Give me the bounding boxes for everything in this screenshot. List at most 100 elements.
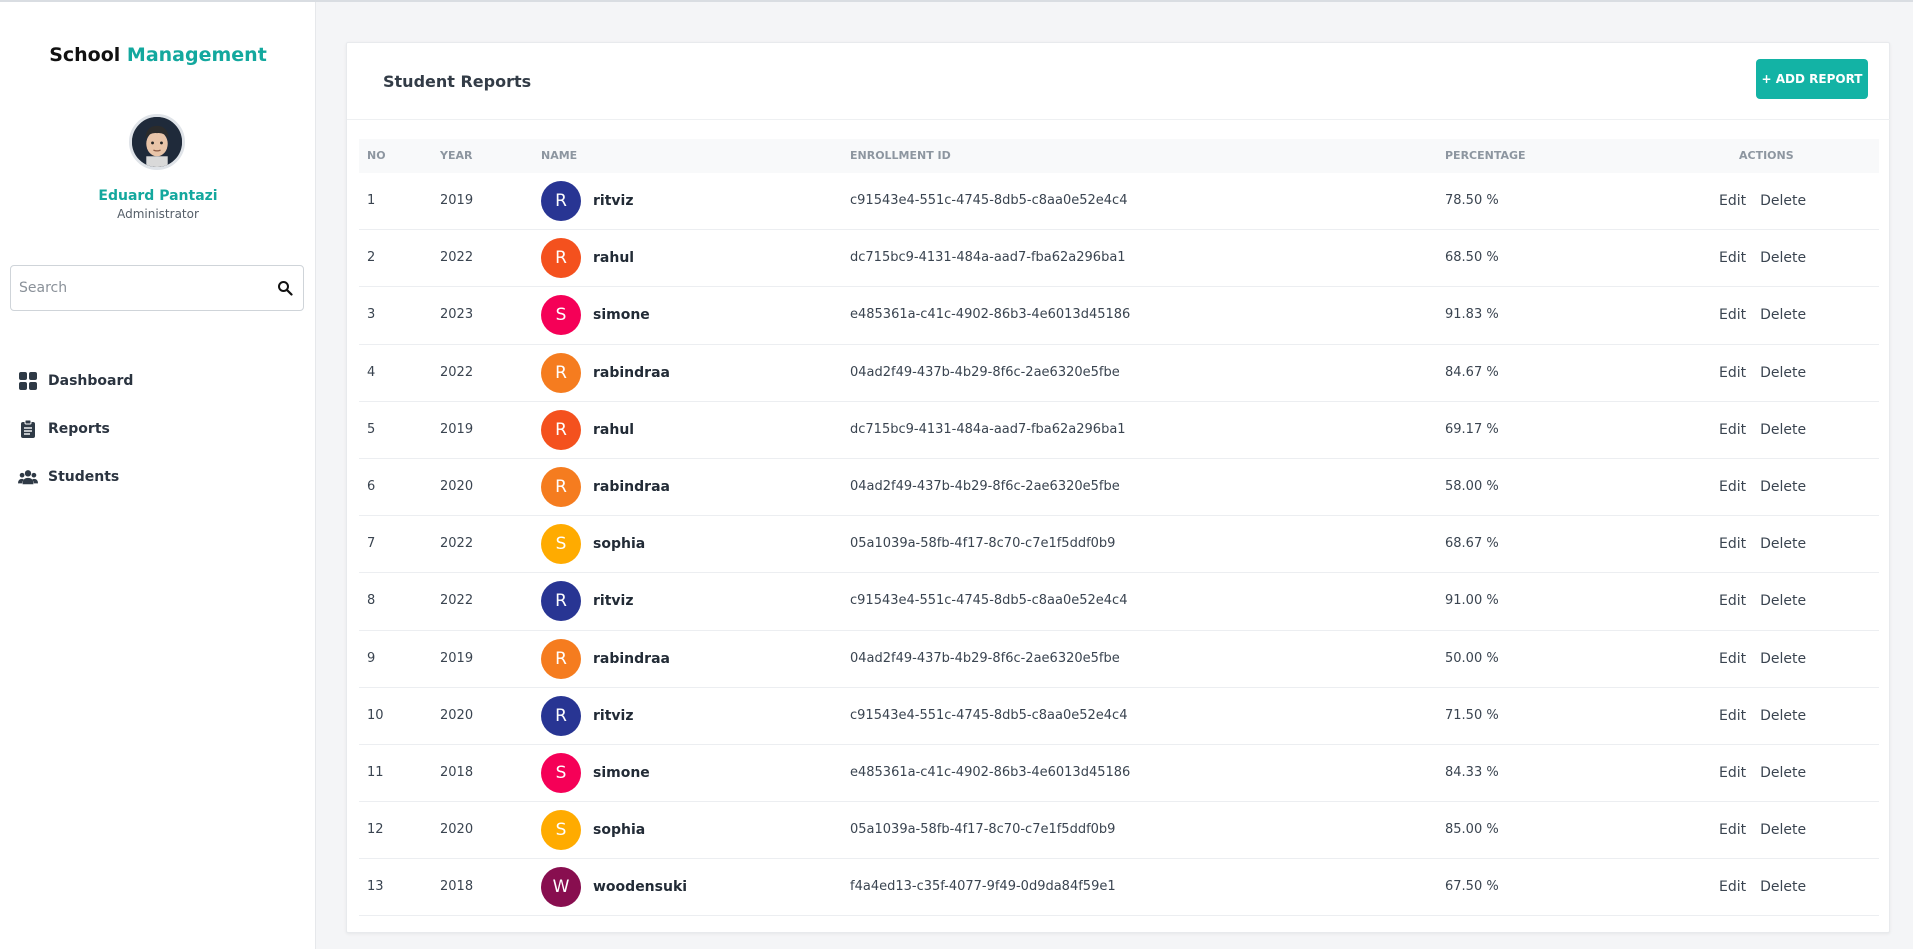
avatar: R <box>541 466 581 507</box>
percentage: 58.00 % <box>1445 478 1499 494</box>
edit-button[interactable]: Edit <box>1719 402 1746 458</box>
delete-button[interactable]: Delete <box>1760 230 1806 286</box>
percentage: 67.50 % <box>1445 879 1499 895</box>
edit-button[interactable]: Edit <box>1719 745 1746 801</box>
table-row: 10 2020 Rritviz c91543e4-551c-4745-8db5-c8a… <box>359 688 1879 745</box>
edit-button[interactable]: Edit <box>1719 573 1746 629</box>
row-name-cell: Ssophia <box>541 516 645 572</box>
sidebar-item-dashboard[interactable]: Dashboard <box>18 357 133 405</box>
avatar: R <box>541 181 581 221</box>
row-year: 2018 <box>440 764 474 780</box>
delete-button[interactable]: Delete <box>1760 516 1806 572</box>
search-input[interactable] <box>11 266 271 310</box>
student-name: ritviz <box>593 707 634 724</box>
delete-button[interactable]: Delete <box>1760 173 1806 229</box>
edit-button[interactable]: Edit <box>1719 688 1746 744</box>
reports-table: NO YEAR NAME ENROLLMENT ID PERCENTAGE AC… <box>359 139 1879 917</box>
avatar: R <box>541 695 581 736</box>
name-wrap: Ssimone <box>541 287 650 343</box>
table-body: 1 2019 Rritviz c91543e4-551c-4745-8db5-c8aa… <box>359 173 1879 917</box>
delete-button[interactable]: Delete <box>1760 688 1806 744</box>
column-header-enrollment[interactable]: ENROLLMENT ID <box>850 139 951 173</box>
row-name-cell: Rrabindraa <box>541 459 670 515</box>
edit-button[interactable]: Edit <box>1719 345 1746 401</box>
delete-button[interactable]: Delete <box>1760 859 1806 915</box>
row-actions: Edit Delete <box>1719 688 1806 744</box>
percentage: 68.67 % <box>1445 536 1499 552</box>
row-year: 2018 <box>440 879 474 895</box>
edit-button[interactable]: Edit <box>1719 173 1746 229</box>
user-name: Eduard Pantazi <box>98 188 218 204</box>
table-row: 9 2019 Rrabindraa 04ad2f49-437b-4b29-8f6c-2… <box>359 631 1879 688</box>
edit-button[interactable]: Edit <box>1719 230 1746 286</box>
row-name-cell: Rrabindraa <box>541 345 670 401</box>
column-header-percentage[interactable]: PERCENTAGE <box>1445 139 1526 173</box>
percentage: 71.50 % <box>1445 707 1499 723</box>
row-name-cell: Rritviz <box>541 173 633 229</box>
row-actions: Edit Delete <box>1719 459 1806 515</box>
student-name: sophia <box>593 822 646 839</box>
delete-button[interactable]: Delete <box>1760 287 1806 343</box>
delete-button[interactable]: Delete <box>1760 345 1806 401</box>
student-name: rahul <box>593 250 635 267</box>
student-name: sophia <box>593 536 646 553</box>
student-name: ritviz <box>593 593 634 610</box>
row-actions: Edit Delete <box>1719 402 1806 458</box>
row-actions: Edit Delete <box>1719 745 1806 801</box>
sidebar-item-students[interactable]: Students <box>18 453 133 501</box>
edit-button[interactable]: Edit <box>1719 859 1746 915</box>
row-number: 2 <box>367 250 376 266</box>
user-role: Administrator <box>117 207 199 221</box>
row-name-cell: Rrahul <box>541 230 634 286</box>
enrollment-id: c91543e4-551c-4745-8db5-c8aa0e52e4c4 <box>850 593 1128 609</box>
search-icon[interactable] <box>277 280 293 296</box>
student-name: woodensuki <box>593 879 688 896</box>
name-wrap: Rrabindraa <box>541 345 670 401</box>
delete-button[interactable]: Delete <box>1760 745 1806 801</box>
column-header-no[interactable]: NO <box>367 139 386 173</box>
row-number: 12 <box>367 822 384 838</box>
delete-button[interactable]: Delete <box>1760 402 1806 458</box>
delete-button[interactable]: Delete <box>1760 459 1806 515</box>
edit-button[interactable]: Edit <box>1719 802 1746 858</box>
table-row: 2 2022 Rrahul dc715bc9-4131-484a-aad7-fba62… <box>359 230 1879 288</box>
row-name-cell: Wwoodensuki <box>541 859 687 915</box>
table-row: 6 2020 Rrabindraa 04ad2f49-437b-4b29-8f6c-2… <box>359 459 1879 517</box>
delete-button[interactable]: Delete <box>1760 802 1806 858</box>
delete-button[interactable]: Delete <box>1760 631 1806 687</box>
avatar <box>129 114 185 170</box>
enrollment-id: 04ad2f49-437b-4b29-8f6c-2ae6320e5fbe <box>850 650 1120 666</box>
enrollment-id: dc715bc9-4131-484a-aad7-fba62a296ba1 <box>850 250 1126 266</box>
sidebar-item-reports[interactable]: Reports <box>18 405 133 453</box>
avatar: S <box>541 810 581 851</box>
delete-button[interactable]: Delete <box>1760 573 1806 629</box>
name-wrap: Ssophia <box>541 802 645 858</box>
grid-icon <box>19 372 37 390</box>
column-header-year[interactable]: YEAR <box>440 139 472 173</box>
sidebar-item-label: Dashboard <box>48 373 134 389</box>
row-actions: Edit Delete <box>1719 287 1806 343</box>
row-name-cell: Rritviz <box>541 573 633 629</box>
edit-button[interactable]: Edit <box>1719 459 1746 515</box>
row-number: 7 <box>367 536 376 552</box>
row-actions: Edit Delete <box>1719 802 1806 858</box>
edit-button[interactable]: Edit <box>1719 516 1746 572</box>
table-row: 12 2020 Ssophia 05a1039a-58fb-4f17-8c70-c7e… <box>359 802 1879 860</box>
name-wrap: Rritviz <box>541 173 633 229</box>
percentage: 78.50 % <box>1445 193 1499 208</box>
search-box <box>10 265 304 311</box>
name-wrap: Ssophia <box>541 516 645 572</box>
sidebar-item-label: Reports <box>48 421 110 437</box>
student-name: simone <box>593 307 650 324</box>
enrollment-id: e485361a-c41c-4902-86b3-4e6013d45186 <box>850 764 1131 780</box>
row-name-cell: Ssophia <box>541 802 645 858</box>
avatar: S <box>541 524 581 565</box>
student-name: rabindraa <box>593 478 670 495</box>
avatar: W <box>541 867 581 908</box>
column-header-name[interactable]: NAME <box>541 139 577 173</box>
row-actions: Edit Delete <box>1719 573 1806 629</box>
name-wrap: Rritviz <box>541 573 633 629</box>
edit-button[interactable]: Edit <box>1719 287 1746 343</box>
add-report-button[interactable]: + ADD REPORT <box>1756 59 1868 99</box>
edit-button[interactable]: Edit <box>1719 631 1746 687</box>
